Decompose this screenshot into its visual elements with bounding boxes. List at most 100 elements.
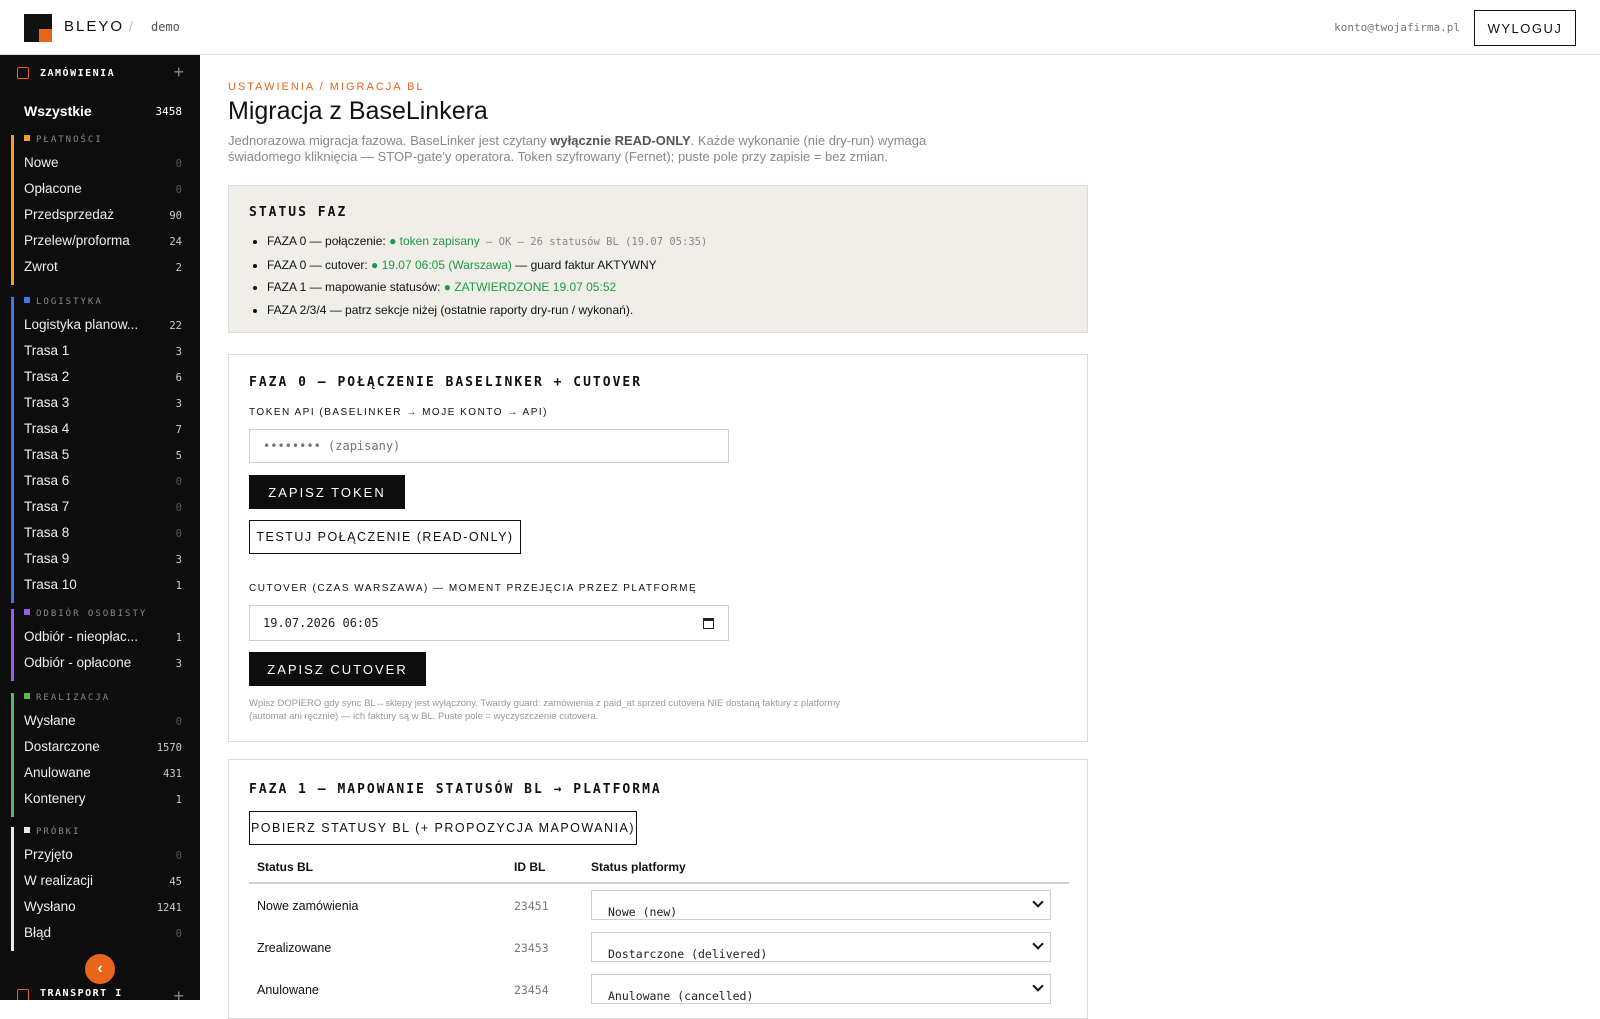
bl-status-name: Zrealizowane bbox=[257, 941, 332, 955]
test-connection-button[interactable]: TESTUJ POŁĄCZENIE (READ-ONLY) bbox=[249, 520, 521, 554]
sidebar-item-label: Trasa 7 bbox=[24, 499, 70, 514]
chevron-down-icon bbox=[1032, 980, 1044, 992]
sidebar-section-title: TRANSPORT I bbox=[40, 988, 123, 999]
sidebar-item-label: W realizacji bbox=[24, 873, 94, 888]
sidebar-item-label: Trasa 10 bbox=[24, 577, 77, 592]
cutover-datetime-input[interactable]: 19.07.2026 06:05 bbox=[249, 605, 729, 641]
platform-status-select[interactable]: Dostarczone (delivered) bbox=[591, 932, 1051, 962]
sidebar-item[interactable]: Trasa 6 0 bbox=[0, 469, 200, 495]
sidebar-item[interactable]: Trasa 10 1 bbox=[0, 573, 200, 599]
column-header: Status BL bbox=[257, 860, 314, 874]
sidebar: ZAMÓWIENIA + Wszystkie 3458 PŁATNOŚCI Now… bbox=[0, 55, 200, 1000]
column-header: Status platformy bbox=[591, 860, 686, 874]
sidebar-item-count: 22 bbox=[169, 320, 182, 332]
sidebar-item-count: 0 bbox=[175, 158, 182, 170]
brand-logo[interactable] bbox=[24, 14, 52, 42]
list-item: FAZA 2/3/4 — patrz sekcje niżej (ostatni… bbox=[267, 299, 707, 322]
add-icon[interactable]: + bbox=[173, 62, 184, 83]
sidebar-item-label: Trasa 4 bbox=[24, 421, 70, 436]
save-cutover-button[interactable]: ZAPISZ CUTOVER bbox=[249, 652, 426, 686]
sidebar-item-label: Trasa 1 bbox=[24, 343, 70, 358]
sidebar-item[interactable]: Trasa 5 5 bbox=[0, 443, 200, 469]
sidebar-item[interactable]: Odbiór - opłacone 3 bbox=[0, 651, 200, 677]
sidebar-item-count: 2 bbox=[175, 262, 182, 274]
sidebar-item-label: Odbiór - opłacone bbox=[24, 655, 132, 670]
list-item: FAZA 0 — połączenie: ● token zapisany — … bbox=[267, 230, 707, 254]
sidebar-item[interactable]: Trasa 4 7 bbox=[0, 417, 200, 443]
logout-button[interactable]: WYLOGUJ bbox=[1474, 10, 1576, 46]
panel-title: FAZA 1 — MAPOWANIE STATUSÓW BL → PLATFOR… bbox=[249, 782, 662, 797]
sidebar-group-title: REALIZACJA bbox=[24, 693, 110, 707]
platform-status-select[interactable]: Nowe (new) bbox=[591, 890, 1051, 920]
sidebar-item[interactable]: Kontenery 1 bbox=[0, 787, 200, 813]
sidebar-item[interactable]: Trasa 1 3 bbox=[0, 339, 200, 365]
sidebar-item-count: 6 bbox=[175, 372, 182, 384]
sidebar-item-count: 3 bbox=[175, 554, 182, 566]
sidebar-item[interactable]: Wysłano 1241 bbox=[0, 895, 200, 921]
sidebar-item[interactable]: Odbiór - nieopłac... 1 bbox=[0, 625, 200, 651]
sidebar-item[interactable]: Trasa 8 0 bbox=[0, 521, 200, 547]
sidebar-section-title: ZAMÓWIENIA bbox=[40, 68, 116, 79]
phase-status-list: FAZA 0 — połączenie: ● token zapisany — … bbox=[267, 230, 707, 321]
sidebar-item-label: Trasa 8 bbox=[24, 525, 70, 540]
api-token-input[interactable] bbox=[249, 429, 729, 463]
environment-label: demo bbox=[151, 20, 180, 34]
sidebar-item[interactable]: Błąd 0 bbox=[0, 921, 200, 947]
sidebar-item-label: Zwrot bbox=[24, 259, 58, 274]
sidebar-item[interactable]: W realizacji 45 bbox=[0, 869, 200, 895]
group-dot-icon bbox=[24, 135, 30, 141]
sidebar-item[interactable]: Anulowane 431 bbox=[0, 761, 200, 787]
sidebar-item-count: 5 bbox=[175, 450, 182, 462]
sidebar-item-label: Trasa 5 bbox=[24, 447, 70, 462]
sidebar-item[interactable]: Logistyka planow... 22 bbox=[0, 313, 200, 339]
sidebar-item[interactable]: Trasa 3 3 bbox=[0, 391, 200, 417]
panel-title: FAZA 0 — POŁĄCZENIE BASELINKER + CUTOVER bbox=[249, 375, 643, 390]
sidebar-item-label: Nowe bbox=[24, 155, 59, 170]
fetch-bl-statuses-button[interactable]: POBIERZ STATUSY BL (+ PROPOZYCJA MAPOWAN… bbox=[249, 811, 637, 845]
sidebar-item-count: 1570 bbox=[156, 742, 182, 754]
phase1-panel: FAZA 1 — MAPOWANIE STATUSÓW BL → PLATFOR… bbox=[228, 759, 1088, 1019]
sidebar-item-label: Opłacone bbox=[24, 181, 82, 196]
sidebar-item-label: Kontenery bbox=[24, 791, 86, 806]
sidebar-item[interactable]: Przedsprzedaż 90 bbox=[0, 203, 200, 229]
group-dot-icon bbox=[24, 609, 30, 615]
sidebar-item-count: 0 bbox=[175, 528, 182, 540]
sidebar-item-count: 3458 bbox=[155, 105, 183, 118]
chevron-down-icon bbox=[1032, 896, 1044, 908]
table-row: Nowe zamówienia 23451 Nowe (new) bbox=[249, 887, 1069, 929]
sidebar-section-orders[interactable]: ZAMÓWIENIA + bbox=[0, 55, 200, 91]
bl-status-name: Nowe zamówienia bbox=[257, 899, 359, 913]
list-item: FAZA 0 — cutover: ● 19.07 06:05 (Warszaw… bbox=[267, 254, 707, 277]
sidebar-item[interactable]: Trasa 7 0 bbox=[0, 495, 200, 521]
sidebar-item[interactable]: Przelew/proforma 24 bbox=[0, 229, 200, 255]
breadcrumb: USTAWIENIA / MIGRACJA BL bbox=[228, 81, 425, 93]
calendar-icon[interactable] bbox=[703, 618, 714, 629]
sidebar-item[interactable]: Dostarczone 1570 bbox=[0, 735, 200, 761]
brand-separator: / bbox=[129, 18, 133, 34]
sidebar-item[interactable]: Przyjęto 0 bbox=[0, 843, 200, 869]
phase0-panel: FAZA 0 — POŁĄCZENIE BASELINKER + CUTOVER… bbox=[228, 354, 1088, 742]
page-description: Jednorazowa migracja fazowa. BaseLinker … bbox=[228, 133, 927, 164]
sidebar-item[interactable]: Wysłane 0 bbox=[0, 709, 200, 735]
page-title: Migracja z BaseLinkera bbox=[228, 97, 488, 125]
sidebar-item-count: 45 bbox=[169, 876, 182, 888]
sidebar-item-count: 0 bbox=[175, 476, 182, 488]
sidebar-item-label: Przyjęto bbox=[24, 847, 73, 862]
table-row: Anulowane 23454 Anulowane (cancelled) bbox=[249, 971, 1069, 1013]
sidebar-item[interactable]: Opłacone 0 bbox=[0, 177, 200, 203]
sidebar-item-label: Przedsprzedaż bbox=[24, 207, 115, 222]
sidebar-section-transport[interactable]: TRANSPORT I + bbox=[0, 975, 200, 1000]
sidebar-item-label: Trasa 2 bbox=[24, 369, 70, 384]
add-icon[interactable]: + bbox=[173, 986, 184, 1000]
sidebar-item[interactable]: Zwrot 2 bbox=[0, 255, 200, 281]
sidebar-item-label: Przelew/proforma bbox=[24, 233, 130, 248]
sidebar-item-count: 90 bbox=[169, 210, 182, 222]
sidebar-item[interactable]: Trasa 9 3 bbox=[0, 547, 200, 573]
sidebar-item-count: 0 bbox=[175, 502, 182, 514]
sidebar-item-all[interactable]: Wszystkie 3458 bbox=[0, 101, 200, 123]
sidebar-item[interactable]: Trasa 2 6 bbox=[0, 365, 200, 391]
sidebar-item-count: 3 bbox=[175, 398, 182, 410]
account-email: konto@twojafirma.pl bbox=[1334, 21, 1460, 34]
save-token-button[interactable]: ZAPISZ TOKEN bbox=[249, 475, 405, 509]
sidebar-item[interactable]: Nowe 0 bbox=[0, 151, 200, 177]
